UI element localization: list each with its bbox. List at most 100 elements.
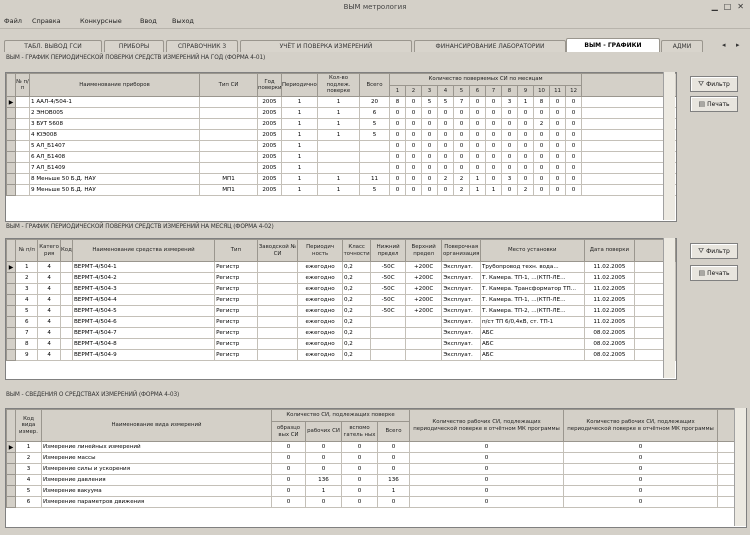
table-cell[interactable]: 0	[517, 151, 534, 163]
table-cell[interactable]	[15, 96, 30, 108]
table-cell[interactable]	[59, 327, 73, 339]
table-cell[interactable]: 0	[563, 474, 719, 486]
col-header-month[interactable]: 5	[453, 85, 470, 97]
table-cell[interactable]: АБС	[479, 327, 585, 339]
table-cell[interactable]: 1	[281, 118, 318, 130]
table-cell[interactable]: 0	[549, 107, 566, 119]
table-cell[interactable]: -50С	[370, 294, 406, 306]
table-cell[interactable]: ежегодно	[297, 283, 343, 295]
table-cell[interactable]: 1	[317, 173, 360, 185]
table-cell[interactable]: 0	[421, 140, 438, 152]
table-cell[interactable]: 1	[317, 96, 360, 108]
table-row[interactable]: 9 Меньше 50 Б.Д. НАУ МП1 2005 1 1 5 0 0 0 0 2 1 1 0 2 0…	[6, 184, 676, 196]
table-cell[interactable]: 136	[376, 474, 411, 486]
table-cell[interactable]: 0,2	[341, 349, 372, 361]
col-header-month[interactable]: 11	[549, 85, 566, 97]
table-cell[interactable]: 0	[469, 140, 486, 152]
col-header-name[interactable]: Наименование приборов	[29, 73, 200, 97]
table-cell[interactable]: 8 Меньше 50 Б.Д. НАУ	[29, 173, 200, 185]
table-row[interactable]: ▶ 1 Измерение линейных измерений 0 0 0 0 0 0	[6, 441, 746, 453]
table-cell[interactable]	[359, 151, 390, 163]
table-cell[interactable]	[15, 151, 30, 163]
table-cell[interactable]: 5	[15, 305, 39, 317]
table-cell[interactable]: п/ст ТП 6/0,4кВ, ст. ТП-1	[479, 316, 585, 328]
table-row[interactable]: 4 Измерение давления 0 136 0 136 0 0	[6, 474, 746, 486]
table-cell[interactable]: 0	[409, 441, 565, 453]
table-cell[interactable]: 0	[341, 441, 378, 453]
table-cell[interactable]: 0	[421, 129, 438, 141]
table-cell[interactable]: 3	[15, 283, 39, 295]
table-cell[interactable]: 0	[409, 496, 565, 508]
table-cell[interactable]: Эксплуат.	[441, 283, 481, 295]
table-cell[interactable]: Регистр	[214, 305, 258, 317]
table-cell[interactable]: 1	[281, 151, 318, 163]
table-cell[interactable]: 0	[501, 118, 518, 130]
table-cell[interactable]: 0	[549, 96, 566, 108]
table-cell[interactable]: 0	[453, 118, 470, 130]
table-cell[interactable]: 0	[453, 107, 470, 119]
table-cell[interactable]: 0	[271, 485, 306, 497]
table-row[interactable]: 3 4 ВЕРМТ-4/504-3 Регистр ежегодно 0,2 -50С +20…	[6, 283, 676, 295]
table-cell[interactable]: 0	[421, 118, 438, 130]
col-header-type[interactable]: Тип СИ	[199, 73, 258, 97]
table-cell[interactable]: ВЕРМТ-4/504-7	[71, 327, 216, 339]
col-header-month[interactable]: 2	[405, 85, 422, 97]
table-cell[interactable]	[404, 349, 443, 361]
table-cell[interactable]: 0	[421, 184, 438, 196]
col-header-num[interactable]: № п/п	[15, 239, 39, 262]
table-cell[interactable]: 0	[453, 162, 470, 174]
table-cell[interactable]	[256, 349, 299, 361]
table-cell[interactable]: 4	[37, 305, 61, 317]
table-cell[interactable]	[404, 316, 443, 328]
menu-item-file[interactable]: Файл	[4, 17, 22, 25]
menu-item-exit[interactable]: Выход	[172, 17, 194, 25]
table-cell[interactable]: ВЕРМТ-4/504-1	[71, 261, 216, 273]
tab-devices[interactable]: ПРИБОРЫ	[104, 40, 164, 52]
table-cell[interactable]: ежегодно	[297, 272, 343, 284]
table-cell[interactable]: 0	[389, 162, 406, 174]
table-row[interactable]: 2 ЭНОВ005 2005 1 1 6 0 0 0 0 0 0 0 0 0 0 0 0	[6, 107, 676, 119]
maximize-icon[interactable]: □	[724, 2, 732, 11]
table-cell[interactable]: 4	[37, 283, 61, 295]
col-header-code[interactable]: Код вида измер.	[15, 409, 42, 442]
table-cell[interactable]: 1	[281, 129, 318, 141]
row-indicator[interactable]	[6, 162, 16, 174]
table-cell[interactable]: 0	[563, 485, 719, 497]
table-cell[interactable]	[15, 107, 30, 119]
table-row[interactable]: 8 Меньше 50 Б.Д. НАУ МП1 2005 1 1 11 0 0 0 2 2 1 0 3 0…	[6, 173, 676, 185]
tab-admin[interactable]: АДМИ	[661, 40, 703, 52]
table-cell[interactable]	[199, 96, 258, 108]
table-cell[interactable]: 0	[421, 162, 438, 174]
table-cell[interactable]: ежегодно	[297, 338, 343, 350]
table-cell[interactable]: 0	[485, 118, 502, 130]
col-header-month[interactable]: 12	[564, 85, 583, 97]
table-cell[interactable]: +200С	[404, 305, 443, 317]
table-cell[interactable]	[256, 316, 299, 328]
table-cell[interactable]: ВЕРМТ-4/504-2	[71, 272, 216, 284]
monthly-schedule-vscroll[interactable]	[663, 238, 675, 378]
table-cell[interactable]: 3	[501, 173, 518, 185]
table-cell[interactable]: 0	[389, 184, 406, 196]
table-cell[interactable]: 0	[564, 140, 583, 152]
tab-reference[interactable]: СПРАВОЧНИК 3	[166, 40, 238, 52]
table-cell[interactable]: 2	[533, 118, 550, 130]
col-header-name[interactable]: Наименование средства измерений	[71, 239, 216, 262]
table-cell[interactable]: 0	[305, 463, 342, 475]
table-cell[interactable]	[199, 151, 258, 163]
table-cell[interactable]: Т. Камера. ТП-1, ...(КТП-ЛЕ...	[479, 272, 585, 284]
table-cell[interactable]: 1	[15, 441, 42, 453]
table-cell[interactable]: 0	[389, 118, 406, 130]
table-cell[interactable]: 4 ЮЭ008	[29, 129, 200, 141]
table-cell[interactable]: 0	[549, 140, 566, 152]
col-header-total[interactable]: Всего	[359, 73, 390, 97]
table-cell[interactable]: ВЕРМТ-4/504-4	[71, 294, 216, 306]
measurement-summary-vscroll[interactable]	[734, 408, 746, 526]
col-header-month[interactable]: 7	[485, 85, 502, 97]
table-cell[interactable]: 0	[564, 129, 583, 141]
col-header-auxiliary[interactable]: вспомо гатель ных	[341, 421, 378, 442]
table-cell[interactable]	[59, 305, 73, 317]
table-cell[interactable]: 08.02.2005	[583, 327, 636, 339]
table-cell[interactable]: 20	[359, 96, 390, 108]
table-cell[interactable]: -50С	[370, 305, 406, 317]
table-cell[interactable]: 0	[305, 441, 342, 453]
